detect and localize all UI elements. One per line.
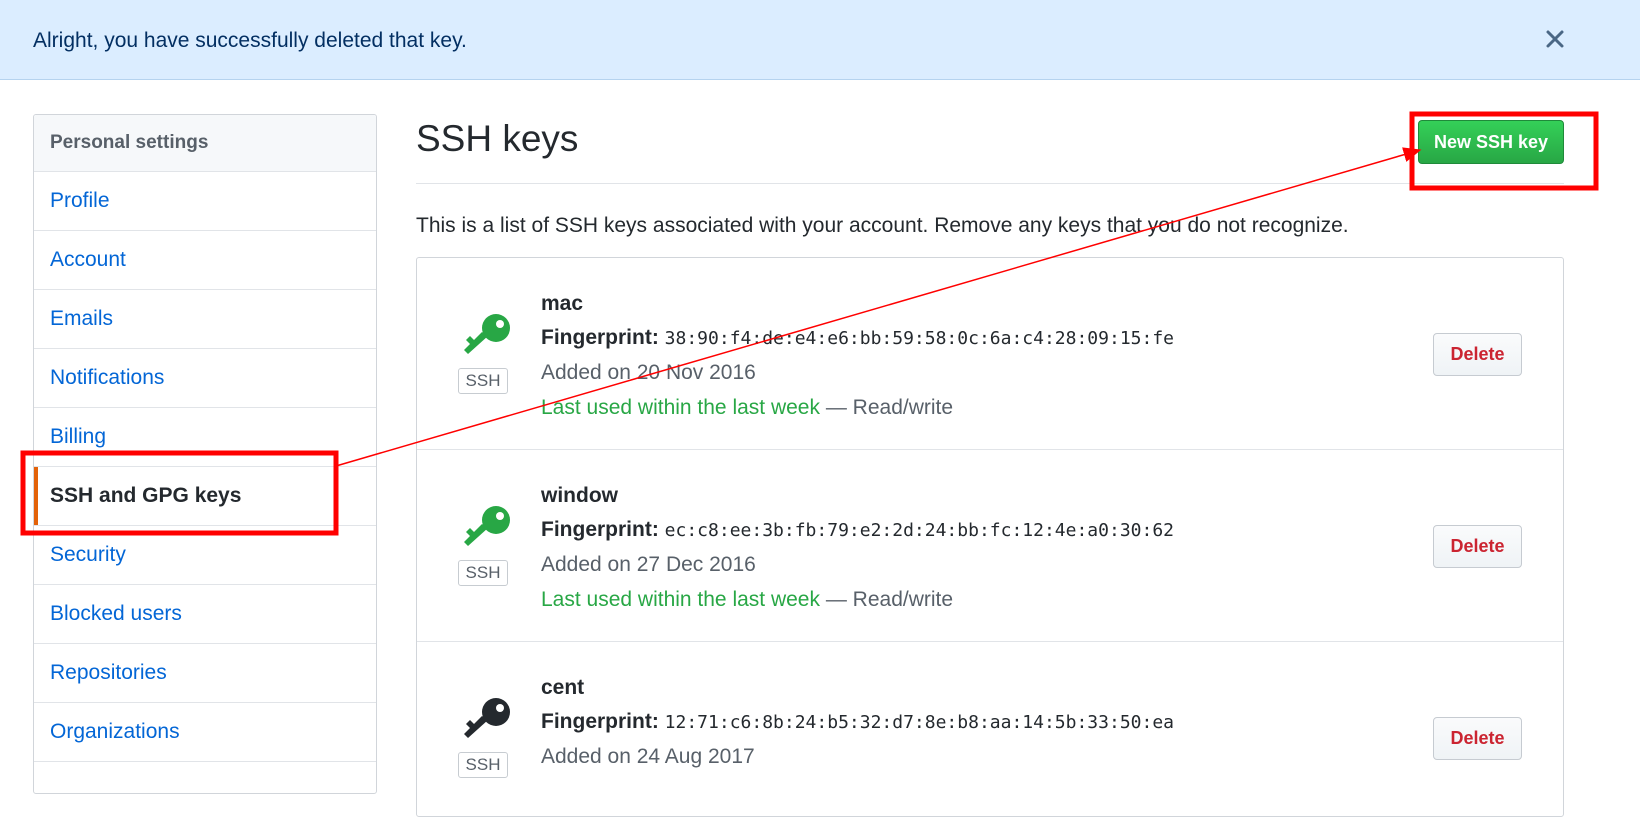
key-icon xyxy=(464,314,510,354)
sidebar-item-account[interactable]: Account xyxy=(34,231,376,290)
fingerprint-line: Fingerprint: ec:c8:ee:3b:fb:79:e2:2d:24:… xyxy=(541,518,1174,542)
ssh-badge: SSH xyxy=(458,560,508,586)
key-icon xyxy=(464,506,510,546)
sidebar-item-billing[interactable]: Billing xyxy=(34,408,376,467)
key-added-date: Added on 27 Dec 2016 xyxy=(541,553,756,576)
ssh-badge: SSH xyxy=(458,368,508,394)
fingerprint-value: ec:c8:ee:3b:fb:79:e2:2d:24:bb:fc:12:4e:a… xyxy=(664,520,1175,541)
fingerprint-value: 12:71:c6:8b:24:b5:32:d7:8e:b8:aa:14:5b:3… xyxy=(664,712,1175,733)
fingerprint-value: 38:90:f4:de:e4:e6:bb:59:58:0c:6a:c4:28:0… xyxy=(664,328,1175,349)
fingerprint-line: Fingerprint: 12:71:c6:8b:24:b5:32:d7:8e:… xyxy=(541,710,1174,734)
key-title: mac xyxy=(541,292,584,315)
sidebar-item-organizations[interactable]: Organizations xyxy=(34,703,376,762)
key-icon xyxy=(464,698,510,738)
delete-key-button[interactable]: Delete xyxy=(1433,717,1522,760)
key-title: cent xyxy=(541,676,585,699)
title-divider xyxy=(416,183,1564,184)
sidebar-item-emails[interactable]: Emails xyxy=(34,290,376,349)
ssh-badge: SSH xyxy=(458,752,508,778)
flash-message: Alright, you have successfully deleted t… xyxy=(33,29,467,52)
sidebar-item-repositories[interactable]: Repositories xyxy=(34,644,376,703)
key-added-date: Added on 24 Aug 2017 xyxy=(541,745,755,768)
fingerprint-label: Fingerprint: xyxy=(541,326,659,349)
sidebar-item-notifications[interactable]: Notifications xyxy=(34,349,376,408)
key-last-used: Last used within the last week xyxy=(541,588,820,611)
delete-key-button[interactable]: Delete xyxy=(1433,333,1522,376)
delete-key-button[interactable]: Delete xyxy=(1433,525,1522,568)
sidebar-header: Personal settings xyxy=(34,115,376,172)
new-ssh-key-button[interactable]: New SSH key xyxy=(1418,120,1564,164)
ssh-key-row: SSH window Fingerprint: ec:c8:ee:3b:fb:7… xyxy=(417,450,1563,642)
key-added-date: Added on 20 Nov 2016 xyxy=(541,361,756,384)
sidebar-item-security[interactable]: Security xyxy=(34,526,376,585)
key-last-used: Last used within the last week xyxy=(541,396,820,419)
ssh-key-row: SSH cent Fingerprint: 12:71:c6:8b:24:b5:… xyxy=(417,642,1563,816)
sidebar-item-ssh-and-gpg-keys[interactable]: SSH and GPG keys xyxy=(34,467,376,526)
key-usage: Last used within the last week — Read/wr… xyxy=(541,396,953,420)
sidebar-item-profile[interactable]: Profile xyxy=(34,172,376,231)
key-access: — Read/write xyxy=(820,396,954,419)
fingerprint-label: Fingerprint: xyxy=(541,710,659,733)
page-description: This is a list of SSH keys associated wi… xyxy=(416,214,1349,237)
sidebar-item-blocked-users[interactable]: Blocked users xyxy=(34,585,376,644)
key-access: — Read/write xyxy=(820,588,954,611)
close-icon[interactable] xyxy=(1540,24,1570,54)
page-title: SSH keys xyxy=(416,118,579,159)
settings-sidebar: Personal settings Profile Account Emails… xyxy=(33,114,377,794)
key-usage: Last used within the last week — Read/wr… xyxy=(541,588,953,612)
ssh-key-row: SSH mac Fingerprint: 38:90:f4:de:e4:e6:b… xyxy=(417,258,1563,450)
flash-banner: Alright, you have successfully deleted t… xyxy=(0,0,1640,80)
ssh-keys-list: SSH mac Fingerprint: 38:90:f4:de:e4:e6:b… xyxy=(416,257,1564,817)
fingerprint-label: Fingerprint: xyxy=(541,518,659,541)
key-title: window xyxy=(541,484,618,507)
fingerprint-line: Fingerprint: 38:90:f4:de:e4:e6:bb:59:58:… xyxy=(541,326,1174,350)
